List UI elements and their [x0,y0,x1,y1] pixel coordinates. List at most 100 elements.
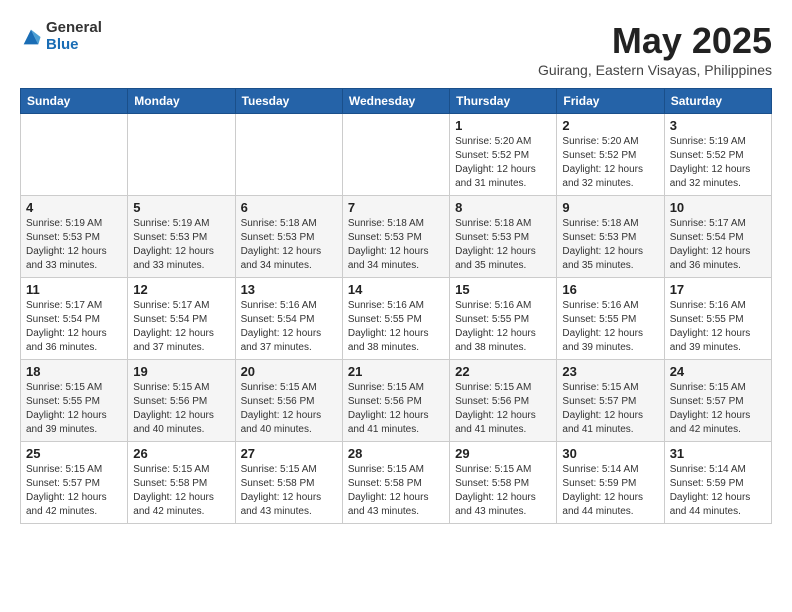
logo-general: General [46,20,102,37]
calendar-row-3: 18Sunrise: 5:15 AM Sunset: 5:55 PM Dayli… [21,360,772,442]
calendar-cell: 15Sunrise: 5:16 AM Sunset: 5:55 PM Dayli… [450,278,557,360]
day-info: Sunrise: 5:18 AM Sunset: 5:53 PM Dayligh… [455,217,551,273]
calendar-cell: 8 Sunrise: 5:18 AM Sunset: 5:53 PM Daylig… [450,196,557,278]
day-info: Sunrise: 5:15 AM Sunset: 5:56 PM Dayligh… [348,381,444,437]
day-info: Sunrise: 5:18 AM Sunset: 5:53 PM Dayligh… [562,217,658,273]
calendar-cell: 18Sunrise: 5:15 AM Sunset: 5:55 PM Dayli… [21,360,128,442]
calendar-cell: 2 Sunrise: 5:20 AM Sunset: 5:52 PM Daylig… [557,114,664,196]
day-number: 7 [348,200,444,215]
calendar-header-saturday: Saturday [664,89,771,114]
day-number: 2 [562,118,658,133]
day-number: 29 [455,446,551,461]
day-info: Sunrise: 5:15 AM Sunset: 5:56 PM Dayligh… [455,381,551,437]
title-block: May 2025 Guirang, Eastern Visayas, Phili… [538,20,772,78]
day-number: 20 [241,364,337,379]
day-info: Sunrise: 5:16 AM Sunset: 5:55 PM Dayligh… [670,299,766,355]
day-info: Sunrise: 5:15 AM Sunset: 5:56 PM Dayligh… [133,381,229,437]
day-info: Sunrise: 5:16 AM Sunset: 5:55 PM Dayligh… [348,299,444,355]
subtitle: Guirang, Eastern Visayas, Philippines [538,62,772,78]
calendar-cell: 20 Sunrise: 5:15 AM Sunset: 5:56 PM Dayli… [235,360,342,442]
day-info: Sunrise: 5:19 AM Sunset: 5:53 PM Dayligh… [133,217,229,273]
calendar-cell [342,114,449,196]
day-info: Sunrise: 5:15 AM Sunset: 5:58 PM Dayligh… [241,463,337,519]
day-number: 14 [348,282,444,297]
logo-blue: Blue [46,37,102,54]
day-info: Sunrise: 5:20 AM Sunset: 5:52 PM Dayligh… [562,135,658,191]
calendar-cell [128,114,235,196]
day-number: 10 [670,200,766,215]
calendar-cell: 12 Sunrise: 5:17 AM Sunset: 5:54 PM Dayli… [128,278,235,360]
calendar-header-monday: Monday [128,89,235,114]
day-info: Sunrise: 5:14 AM Sunset: 5:59 PM Dayligh… [562,463,658,519]
day-number: 6 [241,200,337,215]
calendar-cell: 14 Sunrise: 5:16 AM Sunset: 5:55 PM Dayli… [342,278,449,360]
day-number: 3 [670,118,766,133]
day-number: 13 [241,282,337,297]
calendar-table: SundayMondayTuesdayWednesdayThursdayFrid… [20,88,772,524]
day-info: Sunrise: 5:15 AM Sunset: 5:58 PM Dayligh… [348,463,444,519]
day-number: 4 [26,200,122,215]
day-info: Sunrise: 5:18 AM Sunset: 5:53 PM Dayligh… [348,217,444,273]
day-number: 24 [670,364,766,379]
day-info: Sunrise: 5:17 AM Sunset: 5:54 PM Dayligh… [670,217,766,273]
day-number: 18 [26,364,122,379]
day-info: Sunrise: 5:15 AM Sunset: 5:58 PM Dayligh… [455,463,551,519]
day-number: 1 [455,118,551,133]
logo-icon [20,26,42,48]
calendar-cell: 6 Sunrise: 5:18 AM Sunset: 5:53 PM Daylig… [235,196,342,278]
calendar-cell: 5 Sunrise: 5:19 AM Sunset: 5:53 PM Daylig… [128,196,235,278]
day-number: 19 [133,364,229,379]
calendar-header-row: SundayMondayTuesdayWednesdayThursdayFrid… [21,89,772,114]
calendar-cell: 21Sunrise: 5:15 AM Sunset: 5:56 PM Dayli… [342,360,449,442]
day-info: Sunrise: 5:19 AM Sunset: 5:52 PM Dayligh… [670,135,766,191]
day-info: Sunrise: 5:15 AM Sunset: 5:56 PM Dayligh… [241,381,337,437]
calendar-cell: 13Sunrise: 5:16 AM Sunset: 5:54 PM Dayli… [235,278,342,360]
day-info: Sunrise: 5:16 AM Sunset: 5:55 PM Dayligh… [562,299,658,355]
day-info: Sunrise: 5:15 AM Sunset: 5:57 PM Dayligh… [670,381,766,437]
day-info: Sunrise: 5:19 AM Sunset: 5:53 PM Dayligh… [26,217,122,273]
day-info: Sunrise: 5:14 AM Sunset: 5:59 PM Dayligh… [670,463,766,519]
day-info: Sunrise: 5:15 AM Sunset: 5:58 PM Dayligh… [133,463,229,519]
day-number: 5 [133,200,229,215]
calendar-row-4: 25 Sunrise: 5:15 AM Sunset: 5:57 PM Dayli… [21,442,772,524]
logo-text: General Blue [46,20,102,53]
calendar-cell: 23 Sunrise: 5:15 AM Sunset: 5:57 PM Dayli… [557,360,664,442]
calendar-cell: 26Sunrise: 5:15 AM Sunset: 5:58 PM Dayli… [128,442,235,524]
calendar-cell: 7 Sunrise: 5:18 AM Sunset: 5:53 PM Daylig… [342,196,449,278]
calendar-cell: 30 Sunrise: 5:14 AM Sunset: 5:59 PM Dayli… [557,442,664,524]
day-number: 11 [26,282,122,297]
calendar-cell: 27Sunrise: 5:15 AM Sunset: 5:58 PM Dayli… [235,442,342,524]
calendar-header-friday: Friday [557,89,664,114]
day-number: 17 [670,282,766,297]
day-info: Sunrise: 5:15 AM Sunset: 5:57 PM Dayligh… [26,463,122,519]
calendar-cell: 11 Sunrise: 5:17 AM Sunset: 5:54 PM Dayli… [21,278,128,360]
calendar-row-1: 4 Sunrise: 5:19 AM Sunset: 5:53 PM Daylig… [21,196,772,278]
day-number: 31 [670,446,766,461]
calendar-cell: 3 Sunrise: 5:19 AM Sunset: 5:52 PM Daylig… [664,114,771,196]
calendar-cell: 19 Sunrise: 5:15 AM Sunset: 5:56 PM Dayli… [128,360,235,442]
day-number: 28 [348,446,444,461]
calendar-header-wednesday: Wednesday [342,89,449,114]
calendar-cell: 4 Sunrise: 5:19 AM Sunset: 5:53 PM Daylig… [21,196,128,278]
day-info: Sunrise: 5:20 AM Sunset: 5:52 PM Dayligh… [455,135,551,191]
day-info: Sunrise: 5:15 AM Sunset: 5:57 PM Dayligh… [562,381,658,437]
day-number: 25 [26,446,122,461]
day-info: Sunrise: 5:17 AM Sunset: 5:54 PM Dayligh… [133,299,229,355]
logo: General Blue [20,20,102,53]
day-info: Sunrise: 5:17 AM Sunset: 5:54 PM Dayligh… [26,299,122,355]
day-number: 22 [455,364,551,379]
calendar-header-sunday: Sunday [21,89,128,114]
day-number: 30 [562,446,658,461]
calendar-cell: 10 Sunrise: 5:17 AM Sunset: 5:54 PM Dayli… [664,196,771,278]
calendar-cell: 22 Sunrise: 5:15 AM Sunset: 5:56 PM Dayli… [450,360,557,442]
calendar-cell: 25 Sunrise: 5:15 AM Sunset: 5:57 PM Dayli… [21,442,128,524]
calendar-cell: 17 Sunrise: 5:16 AM Sunset: 5:55 PM Dayli… [664,278,771,360]
page-header: General Blue May 2025 Guirang, Eastern V… [20,20,772,78]
day-number: 8 [455,200,551,215]
calendar-header-tuesday: Tuesday [235,89,342,114]
calendar-cell: 28 Sunrise: 5:15 AM Sunset: 5:58 PM Dayli… [342,442,449,524]
day-number: 23 [562,364,658,379]
day-number: 12 [133,282,229,297]
day-info: Sunrise: 5:18 AM Sunset: 5:53 PM Dayligh… [241,217,337,273]
day-info: Sunrise: 5:16 AM Sunset: 5:55 PM Dayligh… [455,299,551,355]
